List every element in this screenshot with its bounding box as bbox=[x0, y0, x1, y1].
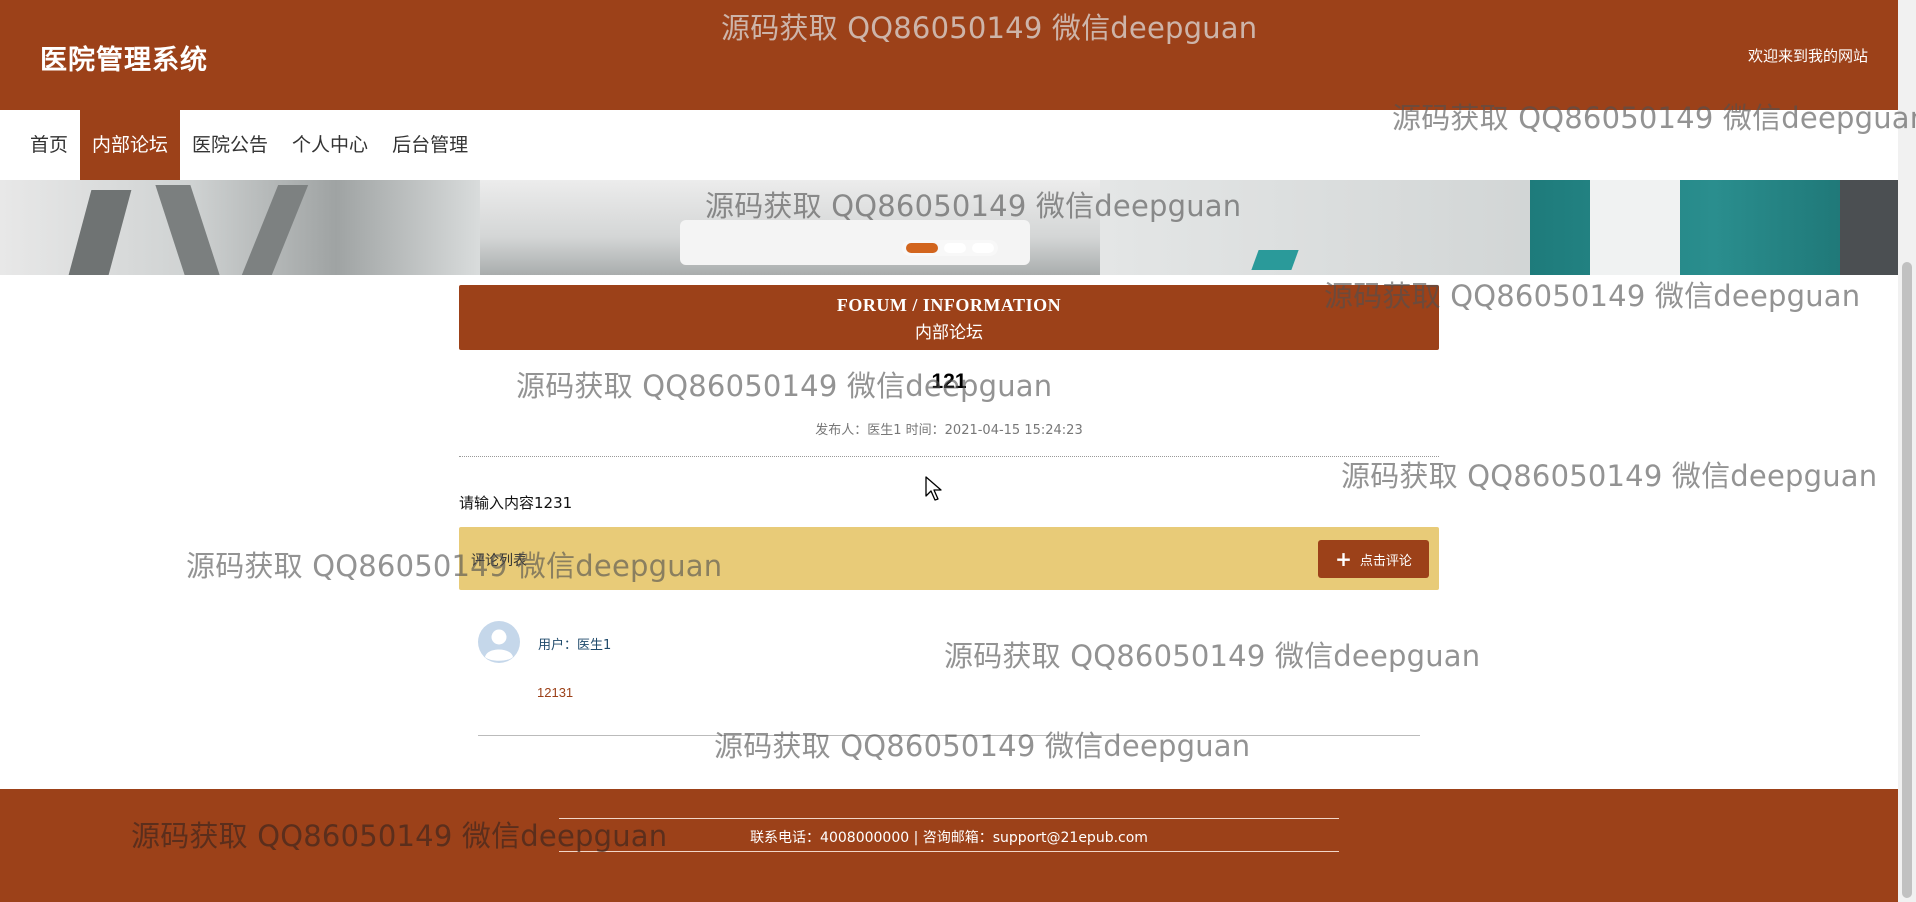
nav-item-announcements[interactable]: 医院公告 bbox=[180, 110, 280, 180]
mouse-cursor-icon bbox=[925, 476, 942, 501]
site-title[interactable]: 医院管理系统 bbox=[40, 38, 208, 77]
banner-image-part bbox=[1100, 180, 1600, 275]
banner-image-part bbox=[1251, 250, 1299, 270]
nav-item-forum[interactable]: 内部论坛 bbox=[80, 110, 181, 180]
site-footer: 联系电话：4008000000 | 咨询邮箱：support@21epub.co… bbox=[0, 789, 1898, 902]
divider bbox=[459, 456, 1439, 457]
comment-text: 12131 bbox=[537, 685, 574, 700]
add-comment-button[interactable]: + 点击评论 bbox=[1318, 540, 1429, 578]
nav-item-home[interactable]: 首页 bbox=[18, 110, 80, 180]
plus-icon: + bbox=[1335, 547, 1352, 571]
carousel-indicators bbox=[902, 240, 998, 256]
user-avatar-icon bbox=[478, 621, 520, 663]
page-scrollbar[interactable] bbox=[1898, 0, 1916, 902]
post-content: 请输入内容1231 bbox=[459, 494, 573, 512]
add-comment-label: 点击评论 bbox=[1359, 553, 1412, 569]
divider bbox=[559, 818, 1339, 819]
comment-user: 用户：医生1 bbox=[538, 638, 612, 653]
carousel-dot-1[interactable] bbox=[906, 243, 938, 253]
divider bbox=[559, 851, 1339, 852]
banner-image-part bbox=[1840, 180, 1898, 275]
section-heading: FORUM / INFORMATION 内部论坛 bbox=[459, 285, 1439, 350]
main-nav: 首页 内部论坛 医院公告 个人中心 后台管理 bbox=[0, 110, 1898, 180]
comment-item: 用户：医生1 12131 bbox=[478, 618, 1420, 736]
comment-list-title: 评论列表 bbox=[471, 553, 527, 569]
banner-image-part bbox=[1590, 180, 1680, 275]
scrollbar-thumb[interactable] bbox=[1902, 262, 1912, 898]
divider bbox=[478, 735, 1420, 736]
welcome-text: 欢迎来到我的网站 bbox=[1747, 47, 1868, 65]
comment-list-header: 评论列表 + 点击评论 bbox=[459, 527, 1439, 590]
nav-item-admin[interactable]: 后台管理 bbox=[380, 110, 480, 180]
site-header: 医院管理系统 欢迎来到我的网站 bbox=[0, 0, 1898, 110]
post-meta: 发布人：医生1 时间：2021-04-15 15:24:23 bbox=[815, 423, 1083, 438]
section-title-en: FORUM / INFORMATION bbox=[836, 295, 1062, 315]
carousel-dot-2[interactable] bbox=[944, 243, 966, 253]
section-title-cn: 内部论坛 bbox=[915, 323, 983, 343]
nav-item-personal-center[interactable]: 个人中心 bbox=[280, 110, 380, 180]
watermark: 源码获取 QQ86050149 微信deepguan bbox=[1341, 459, 1878, 493]
footer-contact: 联系电话：4008000000 | 咨询邮箱：support@21epub.co… bbox=[750, 830, 1148, 846]
hero-banner[interactable] bbox=[0, 180, 1898, 275]
carousel-dot-3[interactable] bbox=[972, 243, 994, 253]
post-title: 121 bbox=[931, 370, 967, 393]
